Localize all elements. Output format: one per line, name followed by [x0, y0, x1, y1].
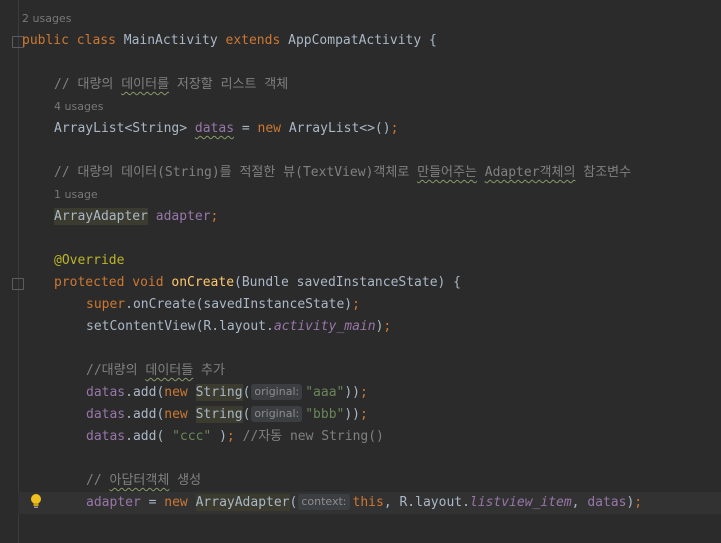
- code-editor[interactable]: 2 usages public class MainActivity exten…: [0, 0, 721, 543]
- code-token: 만들어주는: [417, 165, 477, 180]
- code-token: new: [164, 407, 196, 422]
- code-line[interactable]: datas.add(new String(original: "aaa"));: [86, 382, 721, 404]
- code-line[interactable]: //대량의 데이터들 추가: [86, 360, 721, 382]
- code-token: setContentView(R.layout.: [86, 319, 274, 334]
- code-token: ArrayAdapter: [195, 494, 290, 511]
- code-token: ): [211, 429, 227, 444]
- code-token: ;: [360, 407, 368, 422]
- code-line[interactable]: datas.add( "ccc" ); //자동 new String(): [86, 426, 721, 448]
- code-token: adapter: [86, 495, 141, 510]
- code-token: "bbb": [305, 407, 345, 422]
- code-token: ;: [634, 495, 643, 510]
- code-line[interactable]: super.onCreate(savedInstanceState);: [86, 294, 721, 316]
- code-line[interactable]: datas.add(new String(original: "bbb"));: [86, 404, 721, 426]
- code-token: 추가: [193, 363, 225, 378]
- code-line[interactable]: // 대량의 데이터를 저장할 리스트 객체: [54, 74, 721, 96]
- usages-hint[interactable]: 1 usage: [54, 184, 721, 206]
- code-token: listview_item: [469, 495, 572, 510]
- code-token: // 대량의: [54, 77, 122, 92]
- code-line[interactable]: ArrayList<String> datas = new ArrayList<…: [54, 118, 721, 140]
- code-token: new: [164, 495, 196, 510]
- code-token: "aaa": [305, 385, 345, 400]
- code-token: .onCreate(savedInstanceState): [125, 297, 353, 312]
- code-token: , R.layout.: [383, 495, 470, 510]
- code-token: String: [195, 384, 243, 401]
- code-token: Adapter객체의: [484, 165, 576, 180]
- code-token: ;: [210, 209, 219, 224]
- code-line[interactable]: ArrayAdapter adapter;: [54, 206, 721, 228]
- code-token: datas: [194, 121, 235, 136]
- code-token: ;: [352, 297, 360, 312]
- code-token: 생성: [169, 473, 202, 488]
- code-token: datas: [86, 429, 126, 444]
- code-token: activity_main: [273, 319, 376, 334]
- code-token: //: [86, 473, 110, 488]
- code-token: ;: [226, 429, 243, 444]
- code-token: ,: [571, 495, 588, 510]
- code-token: //자동 new String(): [242, 429, 384, 444]
- usages-hint[interactable]: 4 usages: [54, 96, 721, 118]
- code-token: "ccc": [172, 429, 212, 444]
- code-token: 참조변수: [575, 165, 632, 180]
- code-token: 데이터들: [145, 363, 194, 378]
- code-token: (: [289, 495, 298, 510]
- code-token: AppCompatActivity {: [288, 33, 437, 48]
- code-token: 아답터객체: [109, 473, 170, 488]
- code-token: this: [352, 495, 384, 510]
- code-line[interactable]: @Override: [54, 250, 721, 272]
- code-token: ;: [383, 319, 392, 334]
- code-token: )): [344, 407, 361, 422]
- code-token: 데이터를: [121, 77, 170, 92]
- code-token: @Override: [54, 253, 125, 268]
- code-token: MainActivity: [123, 33, 226, 48]
- code-token: ArrayAdapter: [54, 208, 148, 225]
- code-token: (: [242, 407, 251, 422]
- code-token: (: [242, 385, 251, 400]
- code-token: adapter: [155, 209, 211, 224]
- code-token: (Bundle savedInstanceState) {: [234, 275, 462, 290]
- code-line[interactable]: // 아답터객체 생성: [86, 470, 721, 492]
- parameter-hint: context:: [298, 494, 350, 510]
- code-token: ArrayList<String>: [54, 121, 195, 136]
- code-token: .add(: [125, 407, 165, 422]
- code-line[interactable]: protected void onCreate(Bundle savedInst…: [54, 272, 721, 294]
- code-token: public class: [22, 33, 124, 48]
- code-token: datas: [86, 385, 126, 400]
- parameter-hint: original:: [251, 406, 303, 422]
- code-token: =: [140, 495, 165, 510]
- parameter-hint: original:: [251, 384, 303, 400]
- lightbulb-icon[interactable]: [30, 493, 42, 509]
- code-line-current[interactable]: adapter = new ArrayAdapter(context: this,…: [18, 492, 721, 514]
- code-token: )): [344, 385, 361, 400]
- code-token: ;: [360, 385, 368, 400]
- code-token: ;: [390, 121, 399, 136]
- code-token: datas: [86, 407, 126, 422]
- code-line[interactable]: setContentView(R.layout.activity_main);: [86, 316, 721, 338]
- code-token: //대량의: [86, 363, 146, 378]
- code-token: datas: [587, 495, 627, 510]
- code-token: String: [195, 406, 243, 423]
- code-token: .add(: [125, 429, 173, 444]
- code-token: 저장할 리스트 객체: [169, 77, 289, 92]
- code-token: super: [86, 297, 126, 312]
- code-token: new: [164, 385, 196, 400]
- code-token: =: [234, 121, 258, 136]
- code-token: new: [257, 121, 289, 136]
- code-token: protected void: [54, 275, 172, 290]
- code-token: // 대량의 데이터(String)를 적절한 뷰(TextView)객체로: [54, 165, 418, 180]
- code-line[interactable]: public class MainActivity extends AppCom…: [22, 30, 721, 52]
- usages-hint[interactable]: 2 usages: [22, 8, 721, 30]
- code-token: onCreate: [171, 275, 235, 290]
- code-token: ArrayList<>(): [288, 121, 391, 136]
- code-token: extends: [225, 33, 289, 48]
- code-line[interactable]: // 대량의 데이터(String)를 적절한 뷰(TextView)객체로 만…: [54, 162, 721, 184]
- code-token: .add(: [125, 385, 165, 400]
